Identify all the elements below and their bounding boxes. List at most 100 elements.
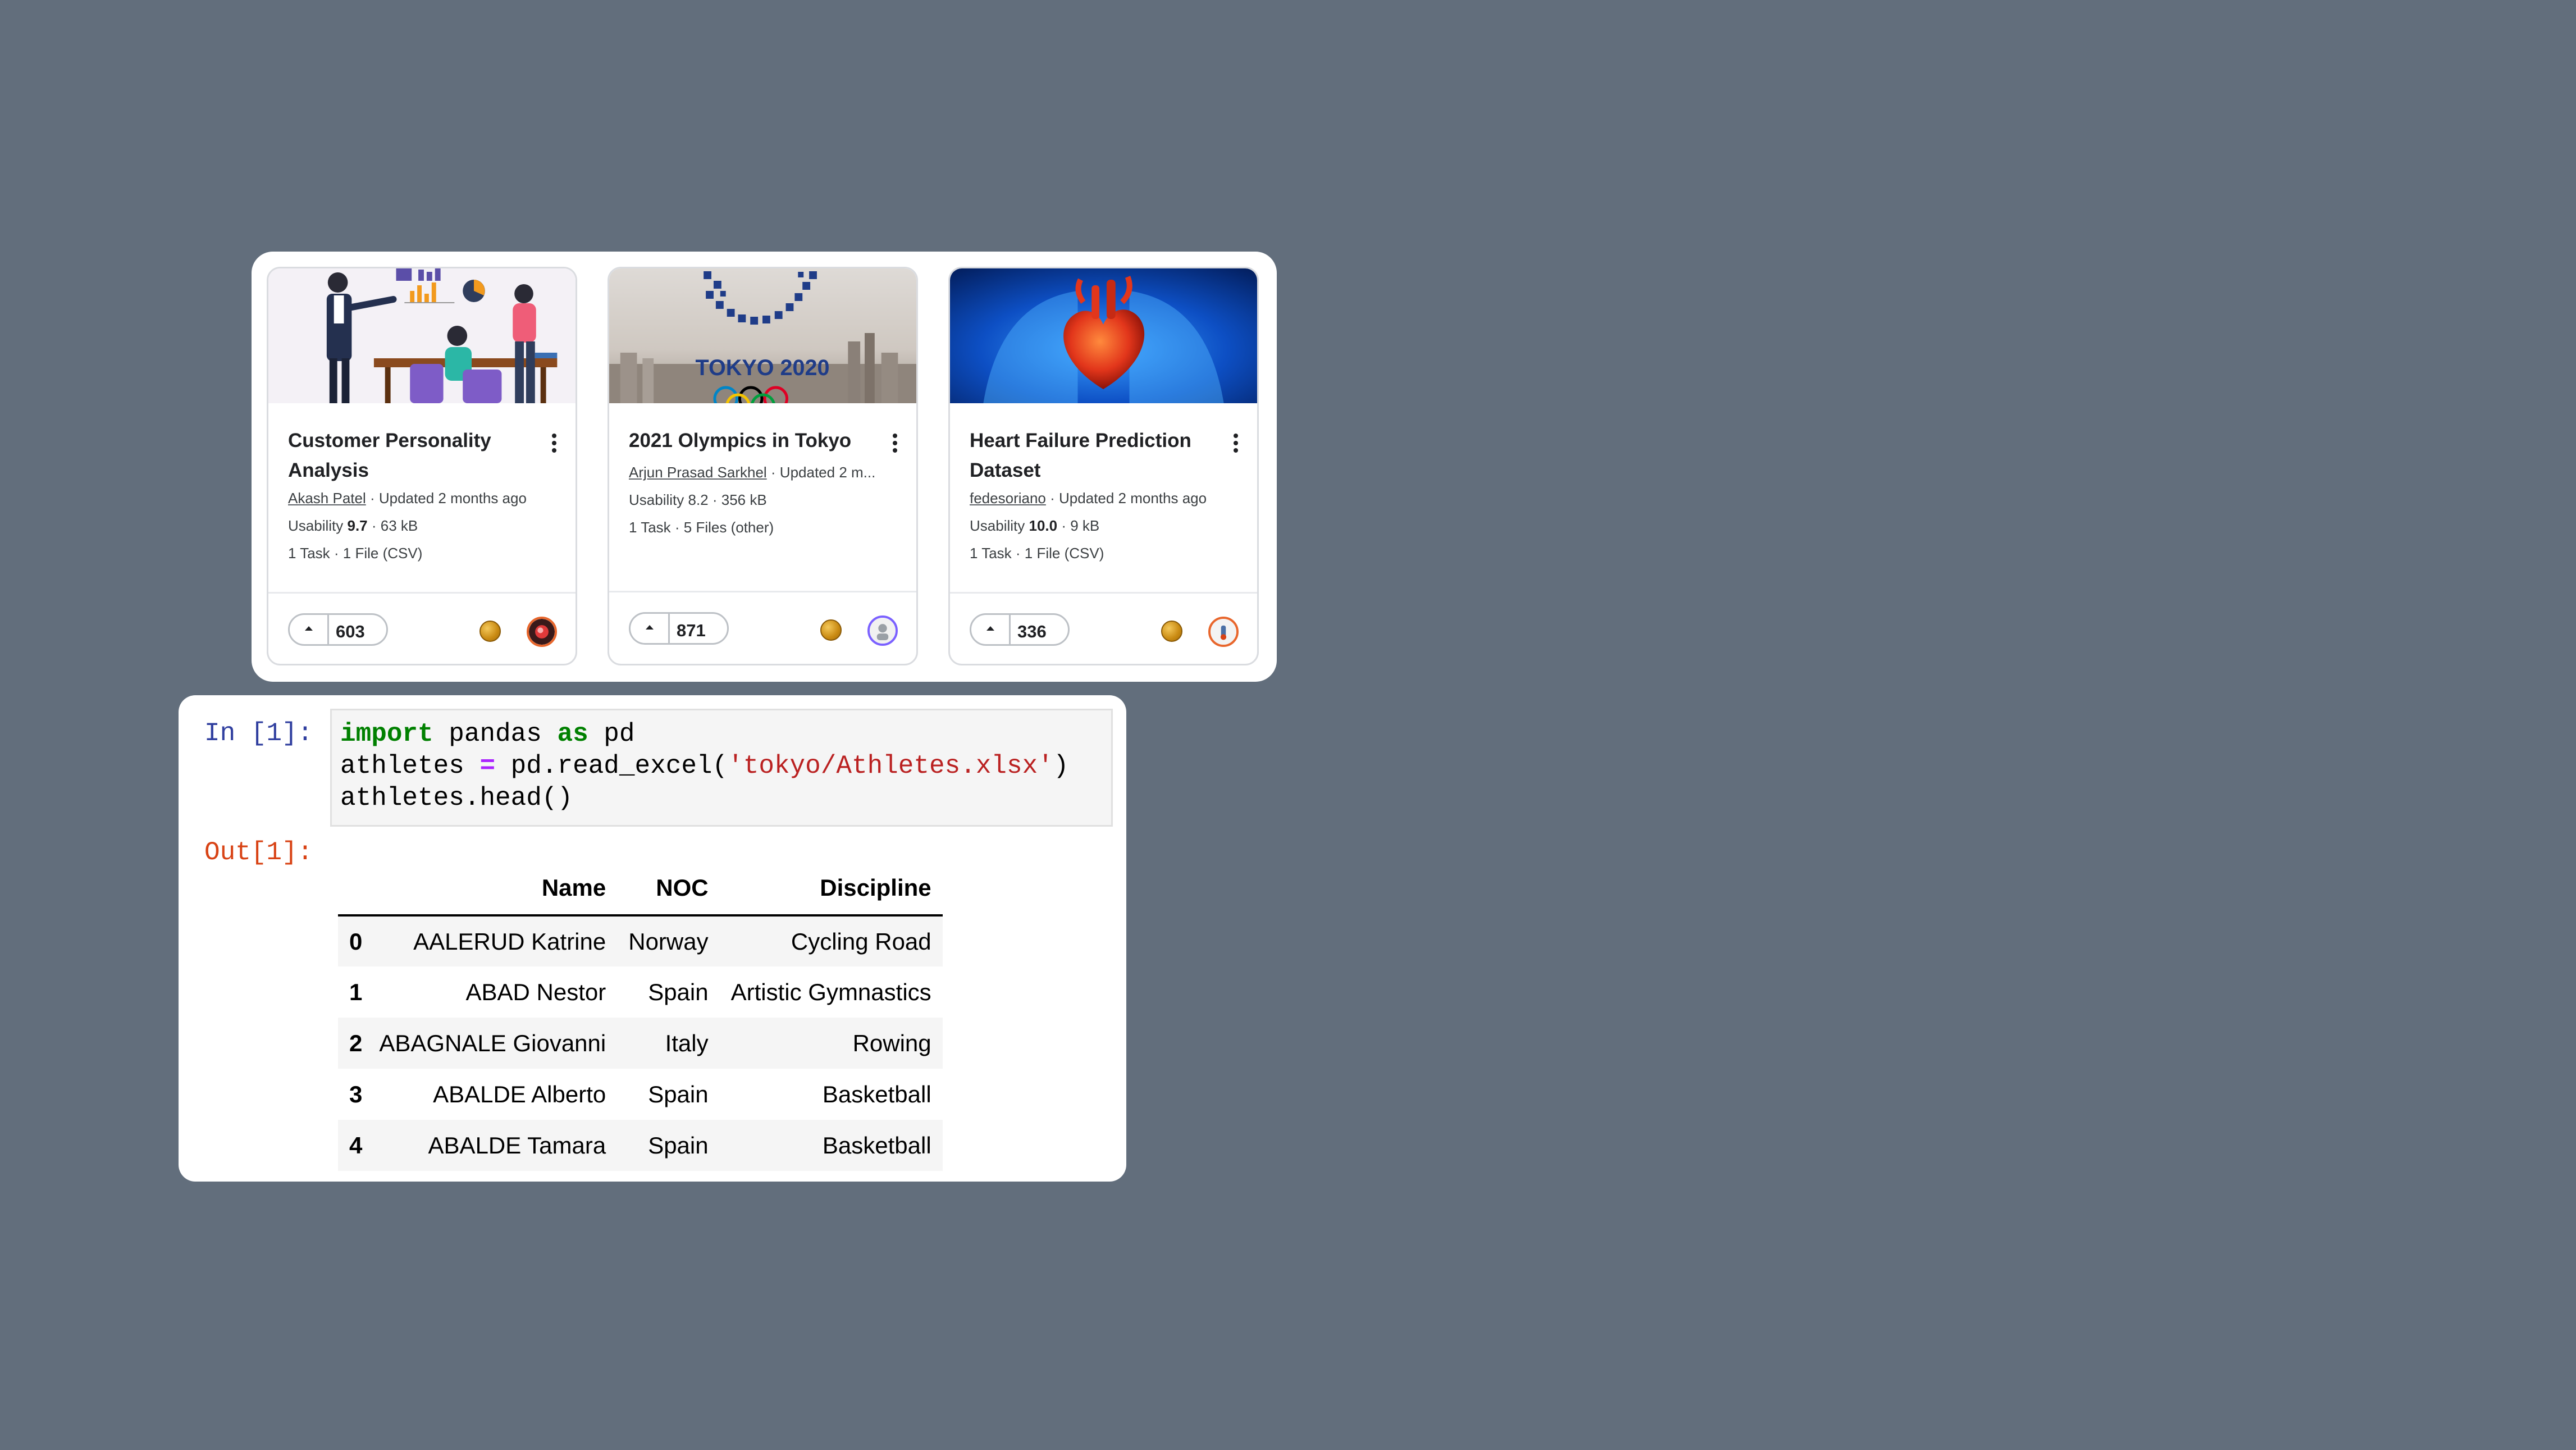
dataset-card-customer-personality[interactable]: Customer Personality Analysis Akash Pate…	[267, 267, 577, 665]
column-header-name: Name	[368, 861, 618, 916]
author-link[interactable]: Akash Patel	[288, 490, 366, 507]
input-prompt: In [1]:	[204, 719, 313, 748]
row-index: 3	[349, 1080, 363, 1107]
code-text: )	[1053, 751, 1069, 781]
usability-label: Usability	[288, 517, 348, 534]
cell-noc: Norway	[628, 928, 709, 955]
index-header	[338, 861, 368, 916]
more-options-icon[interactable]	[547, 431, 561, 456]
cell-name: AALERUD Katrine	[413, 928, 606, 955]
vote-count: 336	[1017, 622, 1047, 641]
updated-text: · Updated 2 m...	[766, 464, 876, 481]
updated-text: · Updated 2 months ago	[366, 490, 527, 507]
card-footer: 871	[609, 591, 916, 664]
upvote-button[interactable]: 336	[970, 613, 1070, 646]
cell-noc: Spain	[648, 978, 709, 1005]
dataset-card-heart-failure[interactable]: Heart Failure Prediction Dataset fedesor…	[948, 267, 1259, 665]
vote-count: 871	[677, 621, 706, 640]
upvote-arrow-icon[interactable]	[631, 614, 670, 643]
card-footer: 603	[268, 592, 576, 664]
table-row: 4 ABALDE Tamara Spain Basketball	[338, 1120, 943, 1171]
cell-noc: Italy	[665, 1029, 709, 1056]
dataframe-output-table: Name NOC Discipline 0 AALERUD Katrine No…	[338, 861, 943, 1171]
cell-discipline: Basketball	[822, 1132, 931, 1159]
dataset-usability-line: Usability 9.7 · 63 kB	[288, 516, 563, 535]
cell-noc: Spain	[648, 1132, 709, 1159]
gold-medal-icon	[1161, 621, 1182, 642]
dataset-usability-line: Usability 8.2 · 356 kB	[629, 490, 904, 509]
dataset-thumbnail-image: TOKYO 2020	[609, 268, 916, 403]
dataset-author-line: Arjun Prasad Sarkhel · Updated 2 m...	[629, 463, 904, 482]
author-avatar[interactable]	[1208, 617, 1239, 647]
upvote-arrow-icon[interactable]	[290, 615, 329, 644]
dataset-author-line: fedesoriano · Updated 2 months ago	[970, 489, 1245, 508]
table-row: 1 ABAD Nestor Spain Artistic Gymnastics	[338, 966, 943, 1018]
usability-score: 9.7	[347, 517, 368, 534]
output-prompt: Out[1]:	[204, 838, 313, 867]
dataset-thumbnail-image	[950, 268, 1257, 403]
usability-label: Usability	[970, 517, 1029, 534]
dataset-size: · 63 kB	[367, 517, 418, 534]
row-index: 1	[349, 978, 363, 1005]
column-header-noc: NOC	[617, 861, 720, 916]
code-text: pandas	[433, 719, 558, 749]
dataset-usability-line: Usability 10.0 · 9 kB	[970, 516, 1245, 535]
upvote-button[interactable]: 603	[288, 613, 388, 646]
usability-score: 10.0	[1029, 517, 1058, 534]
code-text: pd	[588, 719, 635, 749]
author-avatar[interactable]	[867, 615, 898, 646]
notebook-cell-panel: In [1]: import pandas as pd athletes = p…	[179, 695, 1126, 1182]
cell-name: ABALDE Tamara	[428, 1132, 606, 1159]
usability-score: 8.2	[688, 491, 709, 508]
table-row: 0 AALERUD Katrine Norway Cycling Road	[338, 915, 943, 966]
cell-discipline: Artistic Gymnastics	[730, 978, 931, 1005]
more-options-icon[interactable]	[888, 431, 902, 456]
code-cell[interactable]: import pandas as pd athletes = pd.read_e…	[330, 709, 1113, 827]
dataset-title[interactable]: 2021 Olympics in Tokyo	[629, 426, 865, 455]
dataset-files-line: 1 Task · 1 File (CSV)	[288, 545, 423, 562]
table-row: 3 ABALDE Alberto Spain Basketball	[338, 1069, 943, 1120]
usability-label: Usability	[629, 491, 688, 508]
dataset-size: · 356 kB	[708, 491, 767, 508]
vote-count: 603	[336, 622, 365, 641]
dataset-size: · 9 kB	[1057, 517, 1100, 534]
code-text: athletes	[340, 751, 480, 781]
upvote-arrow-icon[interactable]	[971, 615, 1011, 644]
gold-medal-icon	[820, 619, 842, 641]
row-index: 4	[349, 1132, 363, 1159]
cell-name: ABAD Nestor	[465, 978, 606, 1005]
more-options-icon[interactable]	[1229, 431, 1243, 456]
updated-text: · Updated 2 months ago	[1045, 490, 1207, 507]
card-footer: 336	[950, 592, 1257, 664]
row-index: 2	[349, 1029, 363, 1056]
row-index: 0	[349, 928, 363, 955]
code-string: 'tokyo/Athletes.xlsx'	[728, 751, 1053, 781]
gold-medal-icon	[479, 621, 501, 642]
cell-discipline: Cycling Road	[791, 928, 931, 955]
table-row: 2 ABAGNALE Giovanni Italy Rowing	[338, 1018, 943, 1069]
code-text: pd.read_excel(	[495, 751, 728, 781]
dataset-cards-panel: Customer Personality Analysis Akash Pate…	[252, 252, 1277, 682]
table-header-row: Name NOC Discipline	[338, 861, 943, 916]
code-keyword: as	[557, 719, 588, 749]
cell-discipline: Rowing	[852, 1029, 931, 1056]
cell-noc: Spain	[648, 1080, 709, 1107]
dataset-title[interactable]: Customer Personality Analysis	[288, 426, 524, 485]
dataset-author-line: Akash Patel · Updated 2 months ago	[288, 489, 563, 508]
dataset-files-line: 1 Task · 5 Files (other)	[629, 519, 774, 536]
dataset-card-olympics-tokyo[interactable]: TOKYO 2020 2021 Olympics in Tokyo Arjun …	[608, 267, 918, 665]
author-avatar[interactable]	[527, 617, 557, 647]
dataset-files-line: 1 Task · 1 File (CSV)	[970, 545, 1104, 562]
code-text: athletes.head()	[340, 783, 573, 813]
author-link[interactable]: fedesoriano	[970, 490, 1046, 507]
column-header-discipline: Discipline	[719, 861, 943, 916]
code-operator: =	[479, 751, 496, 781]
tokyo-2020-logo-text: TOKYO 2020	[696, 355, 830, 380]
author-link[interactable]: Arjun Prasad Sarkhel	[629, 464, 767, 481]
dataset-title[interactable]: Heart Failure Prediction Dataset	[970, 426, 1205, 485]
dataset-thumbnail-image	[268, 268, 576, 403]
cell-discipline: Basketball	[822, 1080, 931, 1107]
upvote-button[interactable]: 871	[629, 612, 729, 645]
cell-name: ABALDE Alberto	[433, 1080, 606, 1107]
cell-name: ABAGNALE Giovanni	[379, 1029, 606, 1056]
